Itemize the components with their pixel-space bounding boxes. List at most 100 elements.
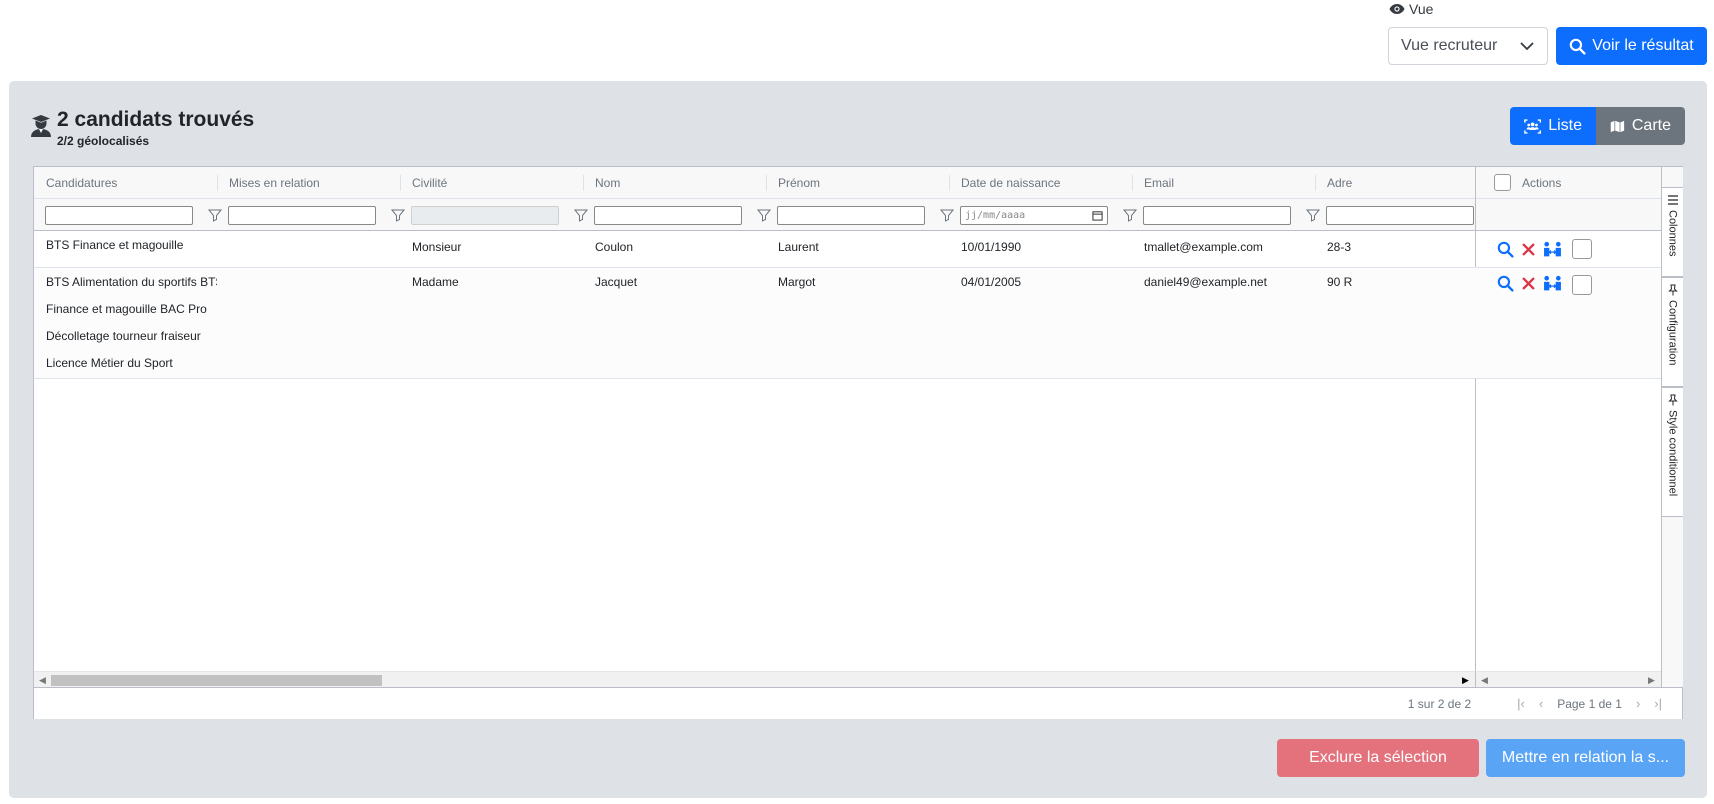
exclude-selection-button[interactable]: Exclure la sélection <box>1277 739 1479 777</box>
tab-columns-label: Colonnes <box>1666 210 1679 257</box>
view-result-label: Voir le résultat <box>1592 37 1694 54</box>
grid-header-row: Candidatures Mises en relation Civilité … <box>34 167 1475 199</box>
tab-conditional-style[interactable]: Style conditionnel <box>1662 387 1683 517</box>
row-select-checkbox[interactable] <box>1572 239 1592 259</box>
filter-icon[interactable] <box>1123 208 1137 222</box>
scrollbar-thumb[interactable] <box>51 675 382 686</box>
cell-civilite: Monsieur <box>412 240 462 254</box>
search-icon[interactable] <box>1497 241 1514 258</box>
view-mode-toggle: Liste Carte <box>1510 107 1685 145</box>
list-view-button[interactable]: Liste <box>1510 107 1596 145</box>
cell-nom: Jacquet <box>595 275 638 289</box>
pagination-summary: 1 sur 2 de 2 <box>1407 696 1472 711</box>
column-header-date-naissance[interactable]: Date de naissance <box>949 167 1132 199</box>
view-select[interactable]: Vue recruteur <box>1388 27 1548 65</box>
column-header-prenom[interactable]: Prénom <box>766 167 949 199</box>
filter-input-adresse[interactable] <box>1326 206 1474 225</box>
tab-conditional-style-label: Style conditionnel <box>1666 410 1679 497</box>
eye-icon <box>1389 4 1405 14</box>
table-row[interactable]: BTS Alimentation du sportifs BTS Finance… <box>34 268 1475 379</box>
view-result-button[interactable]: Voir le résultat <box>1556 27 1707 65</box>
row-select-checkbox[interactable] <box>1572 275 1592 295</box>
previous-page-icon[interactable]: ‹ <box>1539 696 1543 711</box>
grid-pagination: 1 sur 2 de 2 |‹ ‹ Page 1 de 1 › ›| <box>34 687 1682 719</box>
people-arrows-icon[interactable] <box>1543 241 1562 258</box>
results-header: 2 candidats trouvés 2/2 géolocalisés <box>31 109 254 147</box>
cell-candidatures: BTS Finance et magouille <box>46 238 184 252</box>
actions-horizontal-scrollbar[interactable]: ◀ ▶ <box>1475 671 1661 687</box>
cell-adresse: 28-3 <box>1327 240 1352 254</box>
filter-icon[interactable] <box>940 208 954 222</box>
pin-icon <box>1667 284 1678 296</box>
columns-icon <box>1667 195 1678 205</box>
select-all-checkbox[interactable] <box>1494 174 1511 191</box>
filter-icon[interactable] <box>391 208 405 222</box>
candidates-grid: Candidatures Mises en relation Civilité … <box>33 166 1683 719</box>
grid-main-area: Candidatures Mises en relation Civilité … <box>34 167 1475 687</box>
cell-civilite: Madame <box>412 275 459 289</box>
tab-columns[interactable]: Colonnes <box>1662 187 1683 277</box>
column-header-civilite[interactable]: Civilité <box>400 167 583 199</box>
results-title: 2 candidats trouvés <box>57 108 255 131</box>
filter-icon[interactable] <box>1306 208 1320 222</box>
last-page-icon[interactable]: ›| <box>1654 696 1662 711</box>
view-label: Vue <box>1389 1 1433 17</box>
scroll-left-arrow-icon[interactable]: ◀ <box>1481 675 1488 686</box>
results-subtitle: 2/2 géolocalisés <box>57 134 150 148</box>
filter-icon[interactable] <box>757 208 771 222</box>
pin-icon <box>1667 394 1678 406</box>
tab-configuration[interactable]: Configuration <box>1662 277 1683 387</box>
cell-prenom: Margot <box>778 275 816 289</box>
scroll-left-arrow-icon[interactable]: ◀ <box>39 675 46 686</box>
row-actions <box>1475 268 1661 379</box>
filter-input-prenom[interactable] <box>777 206 925 225</box>
grid-filter-row: jj/mm/aaaa <box>34 199 1475 231</box>
cell-email: daniel49@example.net <box>1144 275 1267 289</box>
cell-date-naissance: 04/01/2005 <box>961 275 1022 289</box>
filter-icon[interactable] <box>208 208 222 222</box>
map-view-button[interactable]: Carte <box>1596 107 1685 145</box>
filter-input-nom[interactable] <box>594 206 742 225</box>
column-header-email[interactable]: Email <box>1132 167 1315 199</box>
grid-side-bar: Colonnes Configuration Style conditionne… <box>1661 167 1683 687</box>
scroll-right-arrow-icon[interactable]: ▶ <box>1648 675 1655 686</box>
close-icon[interactable] <box>1520 275 1537 292</box>
results-panel: 2 candidats trouvés 2/2 géolocalisés Lis… <box>9 81 1707 798</box>
date-placeholder: jj/mm/aaaa <box>965 210 1026 221</box>
chevron-down-icon <box>1520 42 1534 51</box>
tab-configuration-label: Configuration <box>1666 300 1679 366</box>
first-page-icon[interactable]: |‹ <box>1517 696 1525 711</box>
list-view-label: Liste <box>1548 117 1582 134</box>
filter-input-civilite <box>411 206 559 225</box>
actions-header-label: Actions <box>1522 175 1562 190</box>
calendar-icon[interactable] <box>1092 210 1103 221</box>
column-header-nom[interactable]: Nom <box>583 167 766 199</box>
cell-nom: Coulon <box>595 240 634 254</box>
search-icon <box>1570 38 1586 55</box>
search-icon[interactable] <box>1497 275 1514 292</box>
filter-icon[interactable] <box>574 208 588 222</box>
filter-input-candidatures[interactable] <box>45 206 193 225</box>
filter-input-mises-en-relation[interactable] <box>228 206 376 225</box>
cell-email: tmallet@example.com <box>1144 240 1263 254</box>
column-header-mises-en-relation[interactable]: Mises en relation <box>217 167 400 199</box>
column-header-candidatures[interactable]: Candidatures <box>34 167 217 199</box>
row-actions <box>1475 231 1661 268</box>
close-icon[interactable] <box>1520 241 1537 258</box>
map-view-label: Carte <box>1631 117 1671 134</box>
table-row[interactable]: BTS Finance et magouille Monsieur Coulon… <box>34 231 1475 268</box>
cell-candidatures: BTS Alimentation du sportifs BTS Finance… <box>46 275 217 370</box>
map-icon <box>1610 120 1625 132</box>
filter-input-email[interactable] <box>1143 206 1291 225</box>
column-header-adresse[interactable]: Adre <box>1315 167 1475 199</box>
view-select-value: Vue recruteur <box>1401 37 1498 54</box>
people-arrows-icon[interactable] <box>1543 275 1562 292</box>
graduate-user-icon <box>31 115 51 137</box>
actions-header: Actions <box>1476 167 1661 199</box>
filter-input-date-naissance[interactable]: jj/mm/aaaa <box>960 206 1108 225</box>
scroll-right-arrow-icon[interactable]: ▶ <box>1462 675 1469 686</box>
relate-selection-button[interactable]: Mettre en relation la s... <box>1486 739 1685 777</box>
users-list-icon <box>1524 118 1542 134</box>
horizontal-scrollbar[interactable]: ◀ ▶ <box>34 671 1475 687</box>
next-page-icon[interactable]: › <box>1636 696 1640 711</box>
